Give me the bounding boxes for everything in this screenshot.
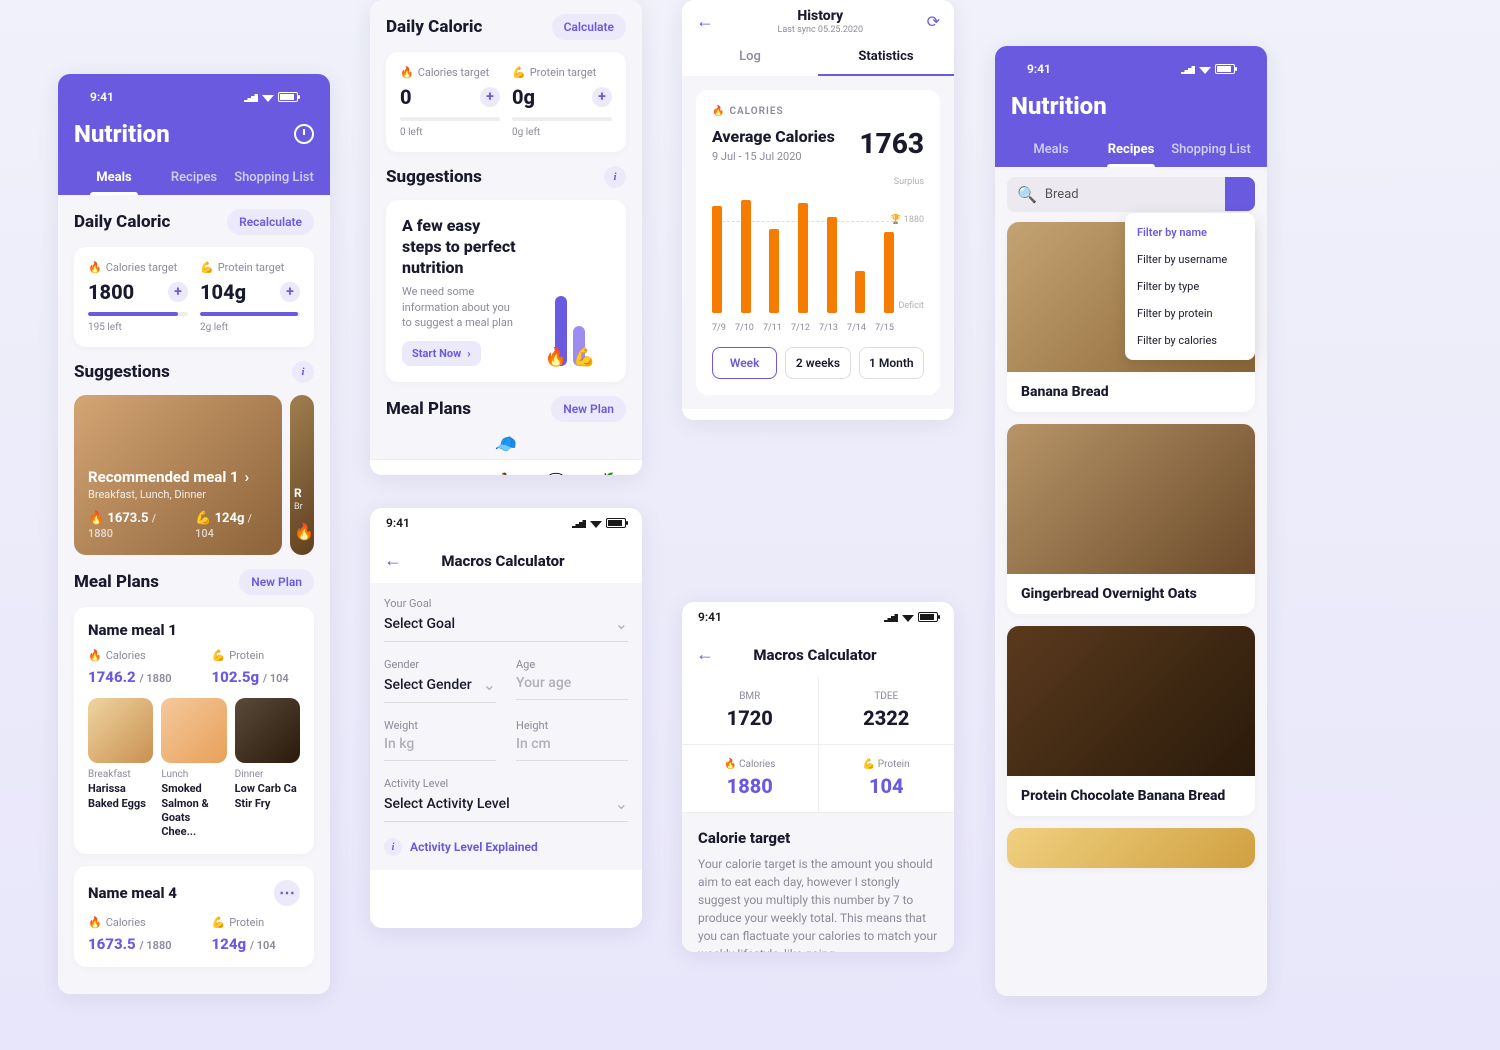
height-input[interactable]: In cm: [516, 736, 628, 761]
tab-shopping[interactable]: Shopping List: [1171, 132, 1251, 167]
back-icon[interactable]: ←: [696, 11, 714, 32]
rec-meal-title: Recommended meal 1: [88, 468, 239, 486]
period-week[interactable]: Week: [712, 347, 777, 379]
meal-plans-title: Meal Plans: [74, 572, 159, 592]
gender-select[interactable]: Select Gender⌄: [384, 675, 496, 703]
arm-icon: 💪: [200, 261, 214, 274]
history-title: History: [778, 8, 864, 24]
daily-caloric-title: Daily Caloric: [386, 17, 482, 37]
tab-log[interactable]: Log: [682, 39, 818, 76]
sync-label: Last sync 05.25.2020: [778, 25, 864, 35]
status-time: 9:41: [90, 90, 114, 104]
suggestion-card[interactable]: Recommended meal 1 › Breakfast, Lunch, Di…: [74, 395, 282, 555]
meal-plan-card[interactable]: Name meal 4 ⋯ 🔥Calories1673.5 / 1880 💪Pr…: [74, 866, 314, 967]
add-button[interactable]: +: [480, 87, 500, 107]
chevron-right-icon: ›: [245, 468, 250, 486]
rec-pro: 124g: [215, 511, 245, 526]
filter-option[interactable]: Filter by username: [1125, 246, 1255, 273]
add-button[interactable]: +: [592, 87, 612, 107]
calc-title: Macros Calculator: [402, 552, 604, 570]
recalculate-button[interactable]: Recalculate: [227, 209, 314, 235]
tab-shopping[interactable]: Shopping List: [234, 160, 314, 195]
activity-select[interactable]: Select Activity Level⌄: [384, 794, 628, 822]
app-title: Nutrition: [74, 120, 170, 148]
more-button[interactable]: ⋯: [274, 880, 300, 906]
back-icon[interactable]: ←: [384, 550, 402, 571]
calories-label: Calories target: [106, 261, 178, 274]
filter-button[interactable]: [1225, 177, 1255, 211]
filter-option[interactable]: Filter by type: [1125, 273, 1255, 300]
info-icon[interactable]: i: [292, 361, 314, 383]
search-input[interactable]: 🔍: [1007, 177, 1255, 212]
add-calories-button[interactable]: +: [168, 282, 188, 302]
tdee-value: 2322: [819, 706, 955, 730]
suggestion-card-peek[interactable]: R Br 🔥: [290, 395, 314, 555]
filter-dropdown: Filter by name Filter by username Filter…: [1125, 213, 1255, 360]
nav-video-icon[interactable]: ▭: [444, 472, 466, 475]
period-2weeks[interactable]: 2 weeks: [785, 347, 850, 379]
calories-value: 1800: [88, 280, 134, 304]
filter-option[interactable]: Filter by calories: [1125, 327, 1255, 354]
tab-recipes[interactable]: Recipes: [154, 160, 234, 195]
recipe-card[interactable]: [1007, 828, 1255, 868]
onboard-title: A few easy steps to perfect nutrition: [402, 216, 518, 278]
filter-option[interactable]: Filter by name: [1125, 219, 1255, 246]
bottom-nav: ▦ ▭ 🏃 💬 🍎: [370, 459, 642, 475]
search-icon: 🔍: [1017, 185, 1037, 204]
new-plan-button[interactable]: New Plan: [239, 569, 314, 595]
goal-select[interactable]: Select Goal⌄: [384, 614, 628, 642]
protein-value: 104g: [200, 280, 246, 304]
calculate-button[interactable]: Calculate: [552, 14, 626, 40]
calories-result: 1880: [682, 774, 818, 798]
avg-value: 1763: [859, 127, 924, 160]
protein-left: 2g left: [200, 322, 300, 333]
nav-activity-icon[interactable]: 🏃: [495, 472, 517, 475]
recipe-card[interactable]: Protein Chocolate Banana Bread: [1007, 626, 1255, 816]
nav-planner-icon[interactable]: ▦: [393, 472, 415, 475]
tab-meals[interactable]: Meals: [74, 160, 154, 195]
age-input[interactable]: Your age: [516, 675, 628, 700]
calorie-target-text: Your calorie target is the amount you sh…: [698, 855, 938, 952]
suggestions-title: Suggestions: [74, 362, 170, 382]
rec-meal-sub: Breakfast, Lunch, Dinner: [88, 488, 268, 501]
onboard-graphic: 🔥💪: [530, 216, 610, 366]
protein-result: 104: [819, 774, 955, 798]
tab-meals[interactable]: Meals: [1011, 132, 1091, 167]
avg-title: Average Calories: [712, 127, 835, 146]
period-month[interactable]: 1 Month: [859, 347, 924, 379]
nav-chat-icon[interactable]: 💬: [546, 472, 568, 475]
calorie-target-title: Calorie target: [698, 829, 938, 847]
meal-plan-card[interactable]: Name meal 1 🔥Calories 1746.2 / 1880 💪Pro…: [74, 607, 314, 854]
calories-chart: Surplus 🏆 1880 Deficit 7/97/107/117/127/…: [712, 173, 924, 333]
chevron-down-icon: ⌄: [615, 614, 628, 633]
daily-caloric-title: Daily Caloric: [74, 212, 170, 232]
add-protein-button[interactable]: +: [280, 282, 300, 302]
start-now-button[interactable]: Start Now›: [402, 341, 481, 366]
protein-label: Protein target: [218, 261, 285, 274]
filter-option[interactable]: Filter by protein: [1125, 300, 1255, 327]
rec-cal: 1673.5: [107, 511, 148, 526]
helmet-icon: 🧢: [386, 434, 626, 455]
onboard-text: We need some information about you to su…: [402, 284, 518, 330]
date-range: 9 Jul - 15 Jul 2020: [712, 150, 835, 163]
new-plan-button[interactable]: New Plan: [551, 396, 626, 422]
status-icons: [244, 92, 298, 102]
nav-nutrition-icon[interactable]: 🍎: [597, 472, 619, 475]
back-icon[interactable]: ←: [696, 644, 714, 665]
explain-link[interactable]: iActivity Level Explained: [384, 838, 628, 856]
tab-recipes[interactable]: Recipes: [1091, 132, 1171, 167]
bmr-value: 1720: [682, 706, 818, 730]
tab-statistics[interactable]: Statistics: [818, 39, 954, 76]
calories-left: 195 left: [88, 322, 188, 333]
sync-icon[interactable]: ⟳: [927, 12, 940, 31]
info-icon[interactable]: i: [604, 166, 626, 188]
history-icon[interactable]: [294, 124, 314, 144]
fire-icon: 🔥: [88, 261, 102, 274]
weight-input[interactable]: In kg: [384, 736, 496, 761]
recipe-card[interactable]: Gingerbread Overnight Oats: [1007, 424, 1255, 614]
